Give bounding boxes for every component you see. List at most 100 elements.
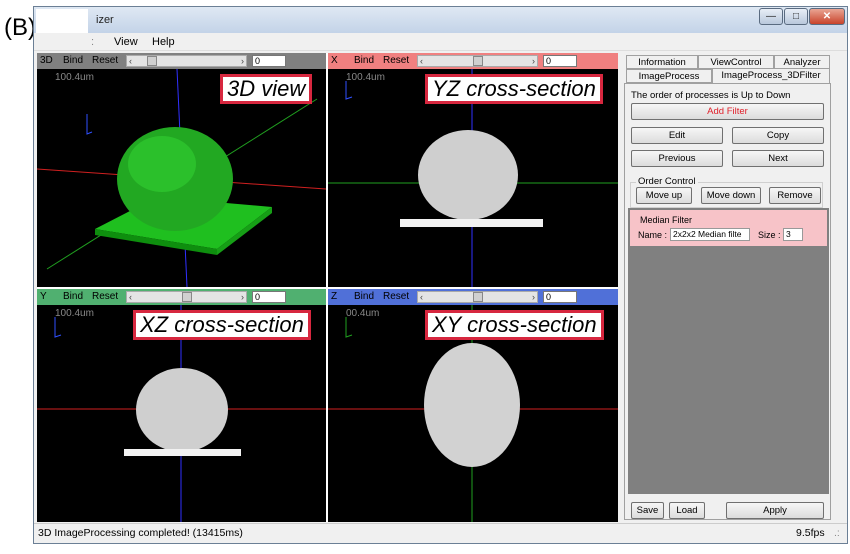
viewport-grid: 3D Bind Reset ‹ › 0 100.4um 3D view X Bi… [37, 53, 618, 522]
filter-name-input[interactable]: 2x2x2 Median filte [670, 228, 750, 241]
menu-help[interactable]: Help [152, 36, 175, 48]
slice-number-input[interactable]: 0 [543, 55, 577, 67]
move-up-button[interactable]: Move up [636, 187, 692, 204]
slice-number-input[interactable]: 0 [252, 291, 286, 303]
cell-section [424, 343, 520, 467]
tab-information[interactable]: Information [626, 55, 698, 69]
cell-highlight [128, 136, 196, 192]
copy-button[interactable]: Copy [732, 127, 824, 144]
viewport-z-canvas[interactable]: 00.4um XY cross-section [328, 305, 618, 522]
bind-button[interactable]: Bind [354, 53, 374, 69]
viewport-x-label: X [331, 55, 338, 66]
reset-button[interactable]: Reset [92, 53, 118, 69]
slider-left-arrow-icon[interactable]: ‹ [129, 53, 132, 69]
status-message: 3D ImageProcessing completed! (13415ms) [38, 527, 243, 539]
status-bar: 3D ImageProcessing completed! (13415ms) … [34, 523, 847, 543]
edit-button[interactable]: Edit [631, 127, 723, 144]
slice-slider[interactable]: ‹ › [417, 55, 538, 67]
maximize-button[interactable]: □ [784, 8, 808, 25]
menu-separator: : [91, 36, 95, 48]
right-panel: Information ViewControl Analyzer ImagePr… [622, 53, 833, 522]
slider-right-arrow-icon[interactable]: › [532, 289, 535, 305]
tab-viewcontrol[interactable]: ViewControl [698, 55, 774, 69]
reset-button[interactable]: Reset [383, 289, 409, 305]
slice-number-input[interactable]: 0 [252, 55, 286, 67]
scale-label: 100.4um [55, 308, 94, 319]
viewport-y-toolbar: Y Bind Reset ‹ › 0 [37, 289, 326, 305]
slice-slider[interactable]: ‹ › [126, 55, 247, 67]
load-button[interactable]: Load [669, 502, 705, 519]
reset-button[interactable]: Reset [92, 289, 118, 305]
add-filter-button[interactable]: Add Filter [631, 103, 824, 120]
tab-page: The order of processes is Up to Down Add… [624, 83, 831, 520]
scale-label: 100.4um [55, 72, 94, 83]
app-window: izer — □ ✕ : View Help 3D Bind Reset ‹ ›… [33, 6, 848, 544]
slider-thumb[interactable] [182, 292, 192, 302]
slider-left-arrow-icon[interactable]: ‹ [129, 289, 132, 305]
viewport-x-canvas[interactable]: 100.4um YZ cross-section [328, 69, 618, 287]
menu-view[interactable]: View [114, 36, 138, 48]
bind-button[interactable]: Bind [63, 53, 83, 69]
viewport-caption: YZ cross-section [425, 74, 603, 104]
previous-button[interactable]: Previous [631, 150, 723, 167]
viewport-z[interactable]: Z Bind Reset ‹ › 0 00.4um XY cross-secti… [328, 289, 618, 522]
viewport-z-label: Z [331, 291, 338, 302]
viewport-caption: 3D view [220, 74, 313, 104]
filter-name-label: Name : [638, 230, 668, 240]
order-control-label: Order Control [636, 176, 698, 187]
order-control-group: Order Control Move up Move down Remove [630, 176, 823, 208]
viewport-x[interactable]: X Bind Reset ‹ › 0 100.4um YZ cross-sect… [328, 53, 618, 287]
viewport-3d[interactable]: 3D Bind Reset ‹ › 0 100.4um 3D view [37, 53, 326, 287]
apply-button[interactable]: Apply [726, 502, 824, 519]
bind-button[interactable]: Bind [354, 289, 374, 305]
slider-right-arrow-icon[interactable]: › [241, 289, 244, 305]
slider-left-arrow-icon[interactable]: ‹ [420, 289, 423, 305]
tab-analyzer[interactable]: Analyzer [774, 55, 830, 69]
filter-size-label: Size : [758, 230, 781, 240]
base-section [400, 219, 543, 227]
slice-slider[interactable]: ‹ › [417, 291, 538, 303]
resize-grip-icon[interactable]: .: [834, 527, 840, 539]
title-bar: izer — □ ✕ [34, 7, 847, 33]
slice-slider[interactable]: ‹ › [126, 291, 247, 303]
scale-label: 100.4um [346, 72, 385, 83]
filter-size-input[interactable]: 3 [783, 228, 803, 241]
save-button[interactable]: Save [631, 502, 664, 519]
move-down-button[interactable]: Move down [701, 187, 761, 204]
close-button[interactable]: ✕ [809, 8, 845, 25]
viewport-y-label: Y [40, 291, 47, 302]
reset-button[interactable]: Reset [383, 53, 409, 69]
orientation-gizmo [54, 317, 62, 338]
viewport-3d-canvas[interactable]: 100.4um 3D view [37, 69, 326, 287]
cell-section [418, 130, 518, 220]
viewport-y[interactable]: Y Bind Reset ‹ › 0 100.4um XZ cross-sect… [37, 289, 326, 522]
bind-button[interactable]: Bind [63, 289, 83, 305]
viewport-caption: XZ cross-section [133, 310, 311, 340]
slider-thumb[interactable] [473, 292, 483, 302]
orientation-gizmo [86, 114, 93, 135]
slider-right-arrow-icon[interactable]: › [241, 53, 244, 69]
viewport-y-canvas[interactable]: 100.4um XZ cross-section [37, 305, 326, 522]
minimize-button[interactable]: — [759, 8, 783, 25]
filter-list[interactable]: Median Filter Name : 2x2x2 Median filte … [628, 208, 829, 494]
base-section [124, 449, 241, 456]
tab-imageprocess[interactable]: ImageProcess [626, 69, 712, 83]
fps-readout: 9.5fps [796, 527, 825, 539]
slice-number-input[interactable]: 0 [543, 291, 577, 303]
window-title: izer [96, 14, 114, 26]
viewport-x-toolbar: X Bind Reset ‹ › 0 [328, 53, 618, 69]
cell-section [136, 368, 228, 452]
app-icon [36, 9, 88, 33]
remove-button[interactable]: Remove [769, 187, 821, 204]
filter-item[interactable]: Median Filter Name : 2x2x2 Median filte … [630, 210, 827, 246]
viewport-caption: XY cross-section [425, 310, 604, 340]
tab-imageprocess-3dfilter[interactable]: ImageProcess_3DFilter [712, 68, 830, 84]
slider-thumb[interactable] [147, 56, 157, 66]
next-button[interactable]: Next [732, 150, 824, 167]
slider-left-arrow-icon[interactable]: ‹ [420, 53, 423, 69]
orientation-gizmo [345, 317, 353, 338]
slider-thumb[interactable] [473, 56, 483, 66]
viewport-3d-toolbar: 3D Bind Reset ‹ › 0 [37, 53, 326, 69]
slider-right-arrow-icon[interactable]: › [532, 53, 535, 69]
filter-title: Median Filter [640, 215, 693, 225]
